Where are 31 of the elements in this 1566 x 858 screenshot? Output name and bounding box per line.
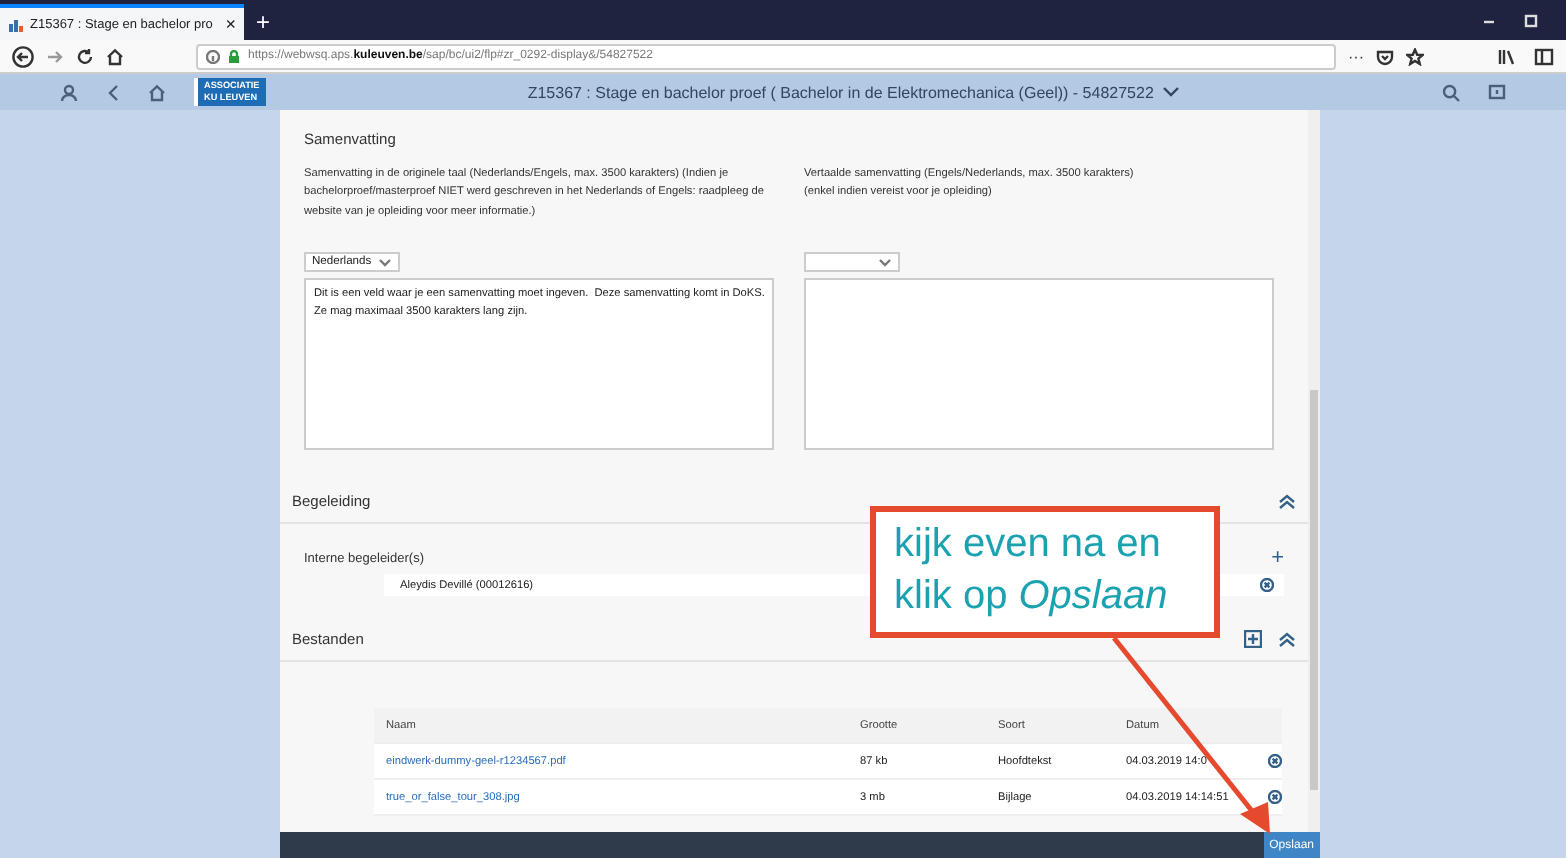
chevron-down-icon	[878, 257, 892, 267]
person-icon[interactable]	[60, 83, 78, 101]
star-icon[interactable]	[1406, 47, 1424, 65]
more-button[interactable]: ···	[1348, 47, 1364, 65]
new-tab-button[interactable]: +	[244, 4, 283, 40]
collapse-icon[interactable]	[1278, 491, 1296, 509]
pocket-icon[interactable]	[1376, 47, 1394, 65]
lock-icon	[228, 49, 240, 63]
app-title[interactable]: Z15367 : Stage en bachelor proef ( Bachelor in de Elektromechanica (Geel)) - 54827522	[527, 83, 1154, 101]
info-icon	[206, 49, 220, 63]
chevron-down-icon	[378, 257, 392, 267]
reload-icon[interactable]	[76, 47, 94, 65]
remove-icon[interactable]	[1268, 790, 1282, 804]
collapse-icon[interactable]	[1278, 629, 1296, 647]
back-icon[interactable]	[12, 45, 34, 67]
feedback-icon[interactable]	[1488, 83, 1506, 101]
scrollbar[interactable]	[1308, 110, 1320, 832]
add-button[interactable]: +	[1271, 550, 1284, 566]
remove-icon[interactable]	[1260, 578, 1274, 592]
close-tab-button[interactable]: ×	[225, 15, 236, 33]
add-file-icon[interactable]	[1244, 629, 1262, 647]
library-icon[interactable]	[1498, 47, 1518, 65]
maximize-icon[interactable]	[1524, 13, 1538, 27]
sidebar-icon[interactable]	[1534, 47, 1554, 65]
chart-icon	[8, 17, 24, 31]
callout: kijk even na en klik op Opslaan	[870, 506, 1220, 638]
home-icon[interactable]	[106, 47, 124, 65]
search-icon[interactable]	[1442, 83, 1460, 101]
forward-icon[interactable]	[46, 47, 64, 65]
chevron-down-icon[interactable]	[1161, 86, 1180, 98]
remove-icon[interactable]	[1268, 754, 1282, 768]
